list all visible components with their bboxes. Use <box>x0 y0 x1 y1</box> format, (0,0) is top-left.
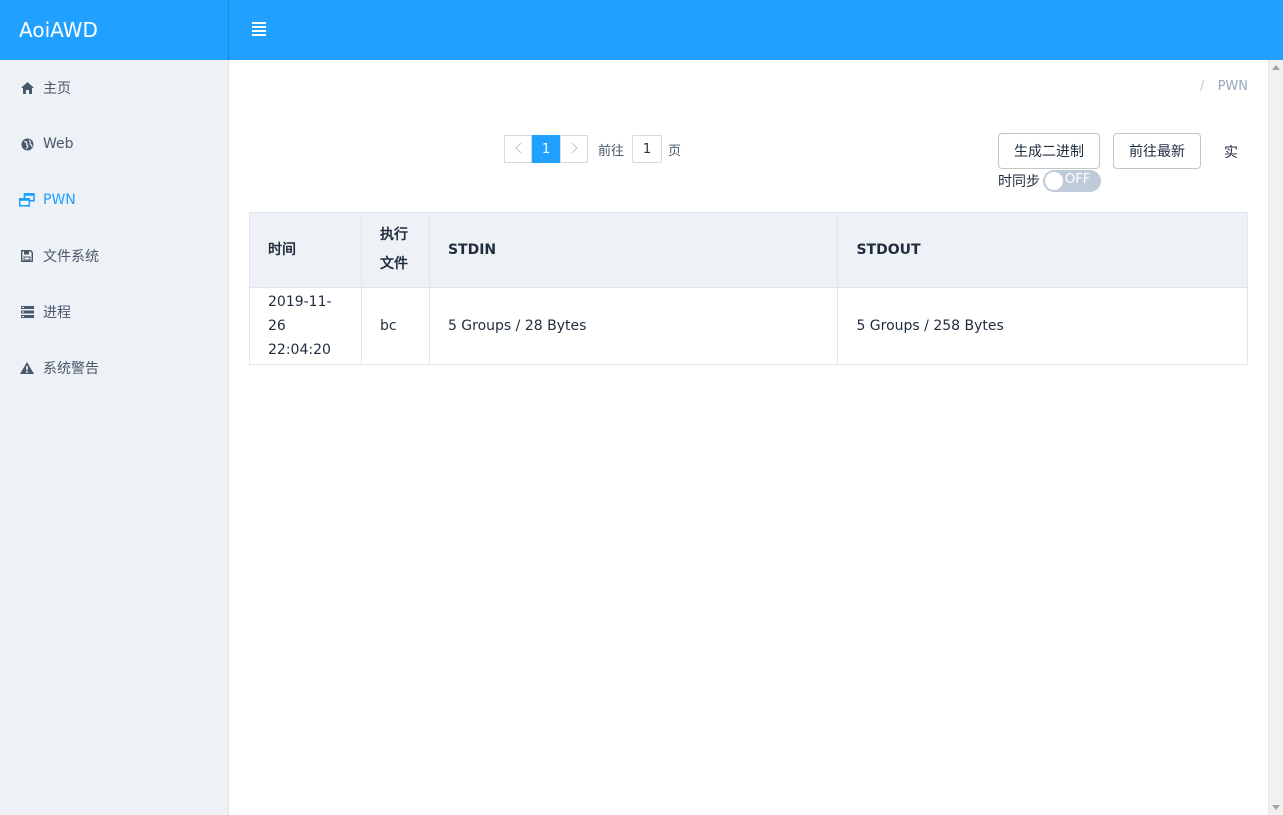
app-brand[interactable]: AoiAWD <box>0 0 229 60</box>
windows-icon <box>19 192 35 208</box>
sidebar-item-label: Web <box>43 136 74 152</box>
realtime-sync-label-part1: 实 <box>1224 145 1238 161</box>
floppy-disk-icon <box>19 248 35 264</box>
realtime-sync-switch[interactable]: OFF <box>1043 170 1101 192</box>
generate-binary-button[interactable]: 生成二进制 <box>998 133 1100 169</box>
page-number-current[interactable]: 1 <box>532 135 560 163</box>
column-header-exec-line1: 执行 <box>379 227 408 243</box>
breadcrumb: / PWN <box>1200 79 1248 94</box>
sidebar: 主页 Web PWN 文件系统 进程 系统警告 <box>0 60 229 815</box>
breadcrumb-current: PWN <box>1217 79 1248 94</box>
sidebar-item-web[interactable]: Web <box>0 116 228 172</box>
table-row[interactable]: 2019-11-26 22:04:20 bc 5 Groups / 28 Byt… <box>249 287 1248 365</box>
sidebar-item-pwn[interactable]: PWN <box>0 172 228 228</box>
goto-latest-button[interactable]: 前往最新 <box>1113 133 1201 169</box>
sidebar-item-label: PWN <box>43 192 76 208</box>
chevron-right-icon <box>571 142 578 157</box>
warning-icon <box>19 360 35 376</box>
sidebar-item-label: 主页 <box>43 81 71 97</box>
sidebar-item-home[interactable]: 主页 <box>0 60 228 116</box>
vertical-scrollbar[interactable] <box>1268 60 1283 815</box>
goto-page-input[interactable] <box>632 135 663 163</box>
table-header-row: 时间 执行 文件 STDIN STDOUT <box>249 212 1248 288</box>
sidebar-item-label: 文件系统 <box>43 249 99 265</box>
main-content: / PWN 1 前往 页 生成二进制 前往最新 实 时同步 OFF 时间 <box>229 60 1268 815</box>
prev-page-button[interactable] <box>504 135 532 163</box>
cell-time: 2019-11-26 22:04:20 <box>249 287 362 365</box>
cell-stdin[interactable]: 5 Groups / 28 Bytes <box>428 287 839 365</box>
column-header-time[interactable]: 时间 <box>249 212 362 288</box>
sidebar-item-label: 系统警告 <box>43 361 99 377</box>
cell-date: 2019-11-26 <box>268 294 332 334</box>
goto-label: 前往 <box>598 143 625 159</box>
sidebar-item-alerts[interactable]: 系统警告 <box>0 340 228 396</box>
scroll-up-icon[interactable] <box>1272 65 1280 70</box>
column-header-stdout[interactable]: STDOUT <box>837 212 1248 288</box>
sidebar-item-process[interactable]: 进程 <box>0 284 228 340</box>
sidebar-item-filesystem[interactable]: 文件系统 <box>0 228 228 284</box>
pagination: 1 前往 页 <box>504 135 681 163</box>
page-suffix-label: 页 <box>668 143 682 159</box>
column-header-exec-line2: 文件 <box>379 256 408 272</box>
menu-toggle-icon[interactable] <box>252 22 266 38</box>
chevron-left-icon <box>514 142 522 157</box>
switch-state-label: OFF <box>1065 172 1091 187</box>
list-icon <box>19 304 35 320</box>
scroll-down-icon[interactable] <box>1272 805 1280 810</box>
next-page-button[interactable] <box>560 135 588 163</box>
switch-knob <box>1045 172 1063 190</box>
home-icon <box>19 80 35 96</box>
cell-exec: bc <box>360 287 430 365</box>
breadcrumb-separator: / <box>1200 79 1205 94</box>
cell-stdout[interactable]: 5 Groups / 258 Bytes <box>837 287 1248 365</box>
cell-clock: 22:04:20 <box>268 342 331 358</box>
pwn-log-table: 时间 执行 文件 STDIN STDOUT 2019-11-26 22:04:2… <box>249 212 1248 365</box>
column-header-stdin[interactable]: STDIN <box>428 212 839 288</box>
top-navbar <box>229 0 1283 60</box>
column-header-exec[interactable]: 执行 文件 <box>360 212 430 288</box>
realtime-sync-label-part2: 时同步 <box>998 174 1040 190</box>
sidebar-item-label: 进程 <box>43 305 71 321</box>
globe-icon <box>19 136 35 152</box>
